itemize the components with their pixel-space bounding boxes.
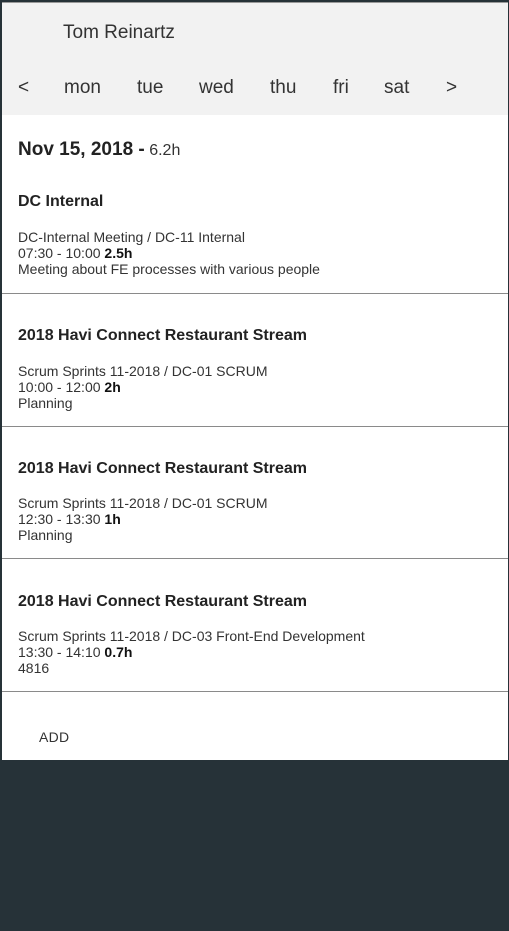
entry-task: DC-Internal Meeting / DC-11 Internal (18, 229, 245, 245)
entry-duration: 1h (104, 511, 121, 527)
day-tab-tue[interactable]: tue (137, 77, 163, 99)
entry-note: 4816 (18, 660, 50, 676)
entry-time-range: 10:00 - 12:00 (18, 379, 101, 395)
entry-project-title: DC Internal (18, 193, 104, 210)
entry-time: 07:30 - 10:00 2.5h (18, 245, 132, 261)
entry-project-title: 2018 Havi Connect Restaurant Stream (18, 327, 307, 344)
entry-project-title: 2018 Havi Connect Restaurant Stream (18, 460, 307, 477)
entry-time-range: 12:30 - 13:30 (18, 511, 101, 527)
day-heading: Nov 15, 2018 - 6.2h (18, 139, 180, 161)
entry-note: Planning (18, 527, 73, 543)
entry-task: Scrum Sprints 11-2018 / DC-03 Front-End … (18, 628, 365, 644)
entry-duration: 2.5h (104, 245, 133, 261)
day-tab-thu[interactable]: thu (270, 77, 296, 99)
entry-note: Planning (18, 395, 73, 411)
prev-week-button[interactable]: < (18, 77, 29, 99)
time-entry[interactable]: 2018 Havi Connect Restaurant Stream Scru… (2, 294, 508, 427)
entry-time: 13:30 - 14:10 0.7h (18, 644, 132, 660)
entry-time-range: 13:30 - 14:10 (18, 644, 101, 660)
next-week-button[interactable]: > (446, 77, 457, 99)
day-tab-mon[interactable]: mon (64, 77, 101, 99)
timesheet-app: Tom Reinartz < mon tue wed thu fri sat >… (2, 2, 508, 760)
day-tab-fri[interactable]: fri (333, 77, 349, 99)
day-total-hours: 6.2h (149, 142, 181, 159)
entry-task: Scrum Sprints 11-2018 / DC-01 SCRUM (18, 363, 268, 379)
day-date: Nov 15, 2018 - (18, 139, 145, 160)
add-entry-button[interactable]: ADD (39, 729, 69, 745)
day-tab-wed[interactable]: wed (199, 77, 234, 99)
entry-time-range: 07:30 - 10:00 (18, 245, 101, 261)
entry-time: 12:30 - 13:30 1h (18, 511, 121, 527)
entry-time: 10:00 - 12:00 2h (18, 379, 121, 395)
day-tab-sat[interactable]: sat (384, 77, 409, 99)
time-entry[interactable]: DC Internal DC-Internal Meeting / DC-11 … (2, 193, 508, 294)
entry-note: Meeting about FE processes with various … (18, 261, 320, 277)
entry-duration: 0.7h (104, 644, 133, 660)
entry-project-title: 2018 Havi Connect Restaurant Stream (18, 593, 307, 610)
entry-duration: 2h (104, 379, 121, 395)
week-navigation: < mon tue wed thu fri sat > (2, 77, 508, 103)
time-entry[interactable]: 2018 Havi Connect Restaurant Stream Scru… (2, 427, 508, 559)
entry-task: Scrum Sprints 11-2018 / DC-01 SCRUM (18, 495, 268, 511)
user-name: Tom Reinartz (63, 22, 175, 43)
app-header: Tom Reinartz < mon tue wed thu fri sat > (2, 3, 508, 115)
time-entry[interactable]: 2018 Havi Connect Restaurant Stream Scru… (2, 559, 508, 692)
